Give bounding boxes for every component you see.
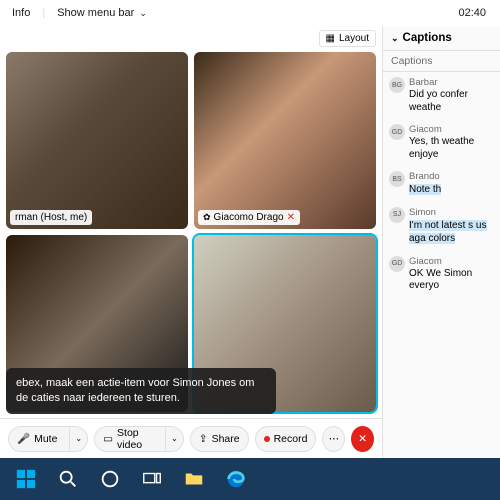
close-icon: ✕ [358, 433, 367, 445]
meeting-clock: 02:40 [458, 7, 492, 19]
chevron-down-icon: ⌄ [139, 8, 147, 18]
captions-title: Captions [403, 32, 452, 44]
participant-name: rman (Host, me) [15, 212, 87, 223]
participant-name-tag: rman (Host, me) [10, 210, 92, 225]
share-icon: ⇪ [199, 433, 208, 445]
participant-tile[interactable]: ✿ Giacomo Drago ✕ [194, 52, 376, 229]
show-menu-bar-label: Show menu bar [57, 7, 134, 19]
avatar: SJ [389, 207, 405, 223]
avatar: GD [389, 256, 405, 272]
stop-video-button[interactable]: ▭ Stop video ⌄ [94, 426, 184, 452]
live-caption-text: ebex, maak een actie-item voor Simon Jon… [16, 377, 254, 404]
windows-icon [15, 468, 37, 490]
caption-text: Yes, th weathe enjoye [409, 136, 494, 161]
layout-label: Layout [339, 33, 369, 44]
file-explorer-button[interactable] [174, 459, 214, 499]
video-grid: rman (Host, me) ✿ Giacomo Drago ✕ [0, 26, 382, 418]
caption-speaker: Brando [409, 171, 494, 182]
captions-tab[interactable]: Captions [383, 51, 500, 72]
cortana-icon [99, 468, 121, 490]
top-bar: Info | Show menu bar ⌄ 02:40 [0, 0, 500, 26]
reaction-icon: ✿ [203, 212, 211, 223]
captions-list: BGBarbarDid yo confer weatheGDGiacomYes,… [383, 72, 500, 458]
record-icon [264, 436, 270, 442]
caption-text: Note th [409, 183, 494, 197]
edge-button[interactable] [216, 459, 256, 499]
grid-icon: ▦ [326, 33, 335, 44]
participant-name: Giacomo Drago [214, 212, 284, 223]
share-label: Share [212, 433, 240, 445]
edge-icon [225, 468, 247, 490]
caption-text: I'm not latest s us aga colors [409, 219, 494, 246]
caption-speaker: Simon [409, 207, 494, 218]
video-label: Stop video [117, 427, 153, 451]
layout-button[interactable]: ▦ Layout [319, 30, 376, 47]
avatar: BS [389, 171, 405, 187]
record-button[interactable]: Record [255, 426, 317, 452]
caption-entry[interactable]: GD GiacomOK We Simon everyo [383, 251, 500, 298]
mute-label: Mute [34, 433, 57, 445]
live-caption-overlay: ebex, maak een actie-item voor Simon Jon… [6, 368, 276, 414]
info-menu[interactable]: Info [8, 7, 34, 19]
captions-panel-header[interactable]: ⌄ Captions [383, 26, 500, 51]
caption-text: OK We Simon everyo [409, 268, 494, 293]
windows-taskbar [0, 458, 500, 500]
caption-speaker: Giacom [409, 124, 494, 135]
avatar: BG [389, 77, 405, 93]
mic-icon: 🎤 [17, 432, 30, 445]
caption-entry[interactable]: SJ SimonI'm not latest s us aga colors [383, 202, 500, 251]
task-view-button[interactable] [132, 459, 172, 499]
more-icon: ⋯ [329, 433, 340, 445]
caption-entry[interactable]: GD GiacomYes, th weathe enjoye [383, 119, 500, 166]
participant-tile[interactable]: rman (Host, me) [6, 52, 188, 229]
caption-speaker: Giacom [409, 256, 494, 267]
record-label: Record [274, 433, 308, 445]
caption-text: Did yo confer weathe [409, 89, 494, 114]
end-call-button[interactable]: ✕ [351, 426, 374, 452]
caption-entry[interactable]: BG BarbarDid yo confer weathe [383, 72, 500, 119]
avatar: GD [389, 124, 405, 140]
control-bar: 🎤 Mute ⌄ ▭ Stop video ⌄ ⇪ Share [0, 418, 382, 458]
caption-entry[interactable]: BS BrandoNote th [383, 166, 500, 202]
mute-dropdown[interactable]: ⌄ [69, 427, 87, 451]
meeting-window: Info | Show menu bar ⌄ 02:40 ▦ Layout rm… [0, 0, 500, 458]
task-view-icon [141, 468, 163, 490]
search-icon [57, 468, 79, 490]
mic-muted-icon: ✕ [287, 212, 295, 223]
captions-panel: ⌄ Captions Captions BG BarbarDid yo confe… [382, 26, 500, 458]
mute-button[interactable]: 🎤 Mute ⌄ [8, 426, 88, 452]
caption-speaker: Barbar [409, 77, 494, 88]
start-button[interactable] [6, 459, 46, 499]
share-button[interactable]: ⇪ Share [190, 426, 249, 452]
video-stage: ▦ Layout rman (Host, me) ✿ Giacomo Drago… [0, 26, 382, 458]
search-button[interactable] [48, 459, 88, 499]
cortana-button[interactable] [90, 459, 130, 499]
folder-icon [183, 468, 205, 490]
video-dropdown[interactable]: ⌄ [165, 427, 183, 451]
more-button[interactable]: ⋯ [322, 426, 345, 452]
participant-name-tag: ✿ Giacomo Drago ✕ [198, 210, 300, 225]
show-menu-bar[interactable]: Show menu bar ⌄ [53, 7, 151, 19]
camera-icon: ▭ [103, 433, 113, 445]
chevron-down-icon: ⌄ [391, 33, 399, 44]
